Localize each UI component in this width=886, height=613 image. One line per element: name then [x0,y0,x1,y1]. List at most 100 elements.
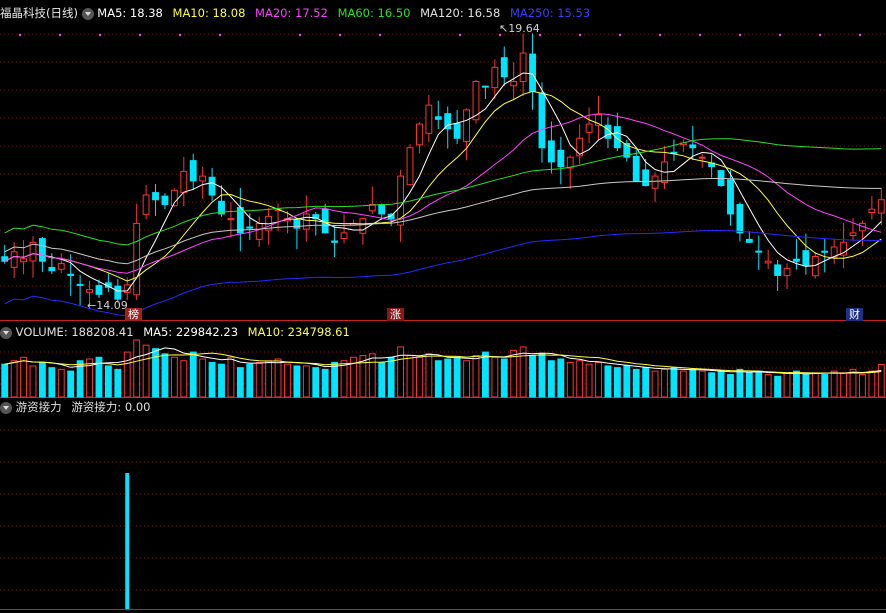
volume-bar [698,370,706,398]
volume-bar [774,375,782,398]
signal-dot [58,33,62,37]
high-arrow-icon: ↖ [499,22,509,35]
volume-bar [67,370,75,398]
ma20-value: MA20: 17.52 [255,6,328,20]
volume-bar [284,363,291,398]
candle-body [793,258,800,262]
low-price-label: 14.09 [96,299,128,312]
candle-body [698,156,706,159]
signal-dot [338,33,342,37]
marker-zhang-label: 涨 [390,308,401,321]
signal-dot [98,33,102,37]
volume-bar [104,365,112,398]
volume-bar [453,356,461,398]
low-price-annotation: ←14.09 [84,299,131,312]
volume-value: VOLUME: 188208.41 [15,325,134,339]
candle-body [378,204,386,215]
candle-body [510,80,518,87]
candle-body [161,195,169,205]
candle-body [736,203,744,234]
candle-body [632,156,640,182]
candle-body [774,264,782,276]
volume-bar [312,367,320,398]
volume-bar [802,374,810,398]
candle-body [557,149,565,168]
signal-dot [578,33,582,37]
candle-body [585,123,593,133]
candle-body [755,250,763,253]
volume-bar [793,370,800,398]
volume-bar [557,358,565,398]
candle-body [416,123,423,146]
volume-bar [736,368,744,398]
indicator-name[interactable]: 游资接力 [16,400,62,414]
volume-bar [227,356,235,398]
volume-bar [189,351,197,398]
marker-cai[interactable]: 财 [846,308,863,321]
volume-bar [425,353,433,398]
volume-bar [152,348,159,398]
volume-bar [368,353,376,398]
volume-bar [199,358,207,398]
candle-body [152,192,159,201]
ma5-value: MA5: 18.38 [97,6,163,20]
marker-bang[interactable]: 榜 [125,308,142,321]
volume-bar [821,374,829,398]
volume-bar [472,355,480,398]
signal-dot [378,33,382,37]
volume-bar [123,351,131,398]
volume-bar [491,356,499,398]
ma10-value: MA10: 18.08 [172,6,246,20]
candle-body [434,116,442,120]
candle-body [199,175,207,182]
volume-bar [670,367,678,398]
signal-dot [138,33,142,37]
chart-canvas[interactable] [0,0,886,613]
candle-body [142,194,150,215]
stock-chart-window: 福晶科技(日线) MA5: 18.38 MA10: 18.08 MA20: 17… [0,0,886,613]
candle-body [689,144,697,149]
volume-bar [378,361,386,398]
volume-bar [708,372,716,398]
indicator-header: 游资接力 游资接力: 0.00 [0,399,150,415]
candle-body [529,53,536,92]
settings-dropdown-icon[interactable] [81,7,94,20]
signal-dot [218,33,222,37]
candle-body [849,232,857,236]
volume-bar [717,370,725,398]
candle-body [764,260,772,264]
volume-bar [576,360,584,398]
volume-bar [727,374,734,398]
volume-bar [302,365,310,398]
indicator-dropdown-icon[interactable] [0,401,12,414]
marker-zhang[interactable]: 涨 [387,308,404,321]
volume-bar [10,360,18,398]
candle-body [208,176,216,196]
volume-bar [764,374,772,398]
volume-bar [745,372,753,398]
signal-dot [458,33,462,37]
candle-body [802,250,810,267]
candle-body [10,251,18,268]
volume-bar [585,363,593,398]
volume-bar [48,367,56,398]
candle-body [877,199,885,214]
volume-ma5: MA5: 229842.23 [143,325,239,339]
volume-dropdown-icon[interactable] [0,326,12,339]
ma250-value: MA250: 15.53 [509,6,591,20]
volume-bar [321,368,329,398]
volume-bar [500,358,508,398]
volume-bar [218,363,225,398]
candle-body [821,250,829,253]
volume-bar [519,346,527,398]
candle-body [331,240,339,243]
volume-bar [133,339,141,398]
high-price-label: 19.64 [508,22,540,35]
volume-bar [604,365,612,398]
stock-name[interactable]: 福晶科技(日线) [0,6,78,20]
indicator-bar [125,473,130,609]
volume-bar [547,360,555,398]
volume-bar [1,363,9,398]
ma60-value: MA60: 16.50 [337,6,411,20]
candle-body [651,175,659,189]
